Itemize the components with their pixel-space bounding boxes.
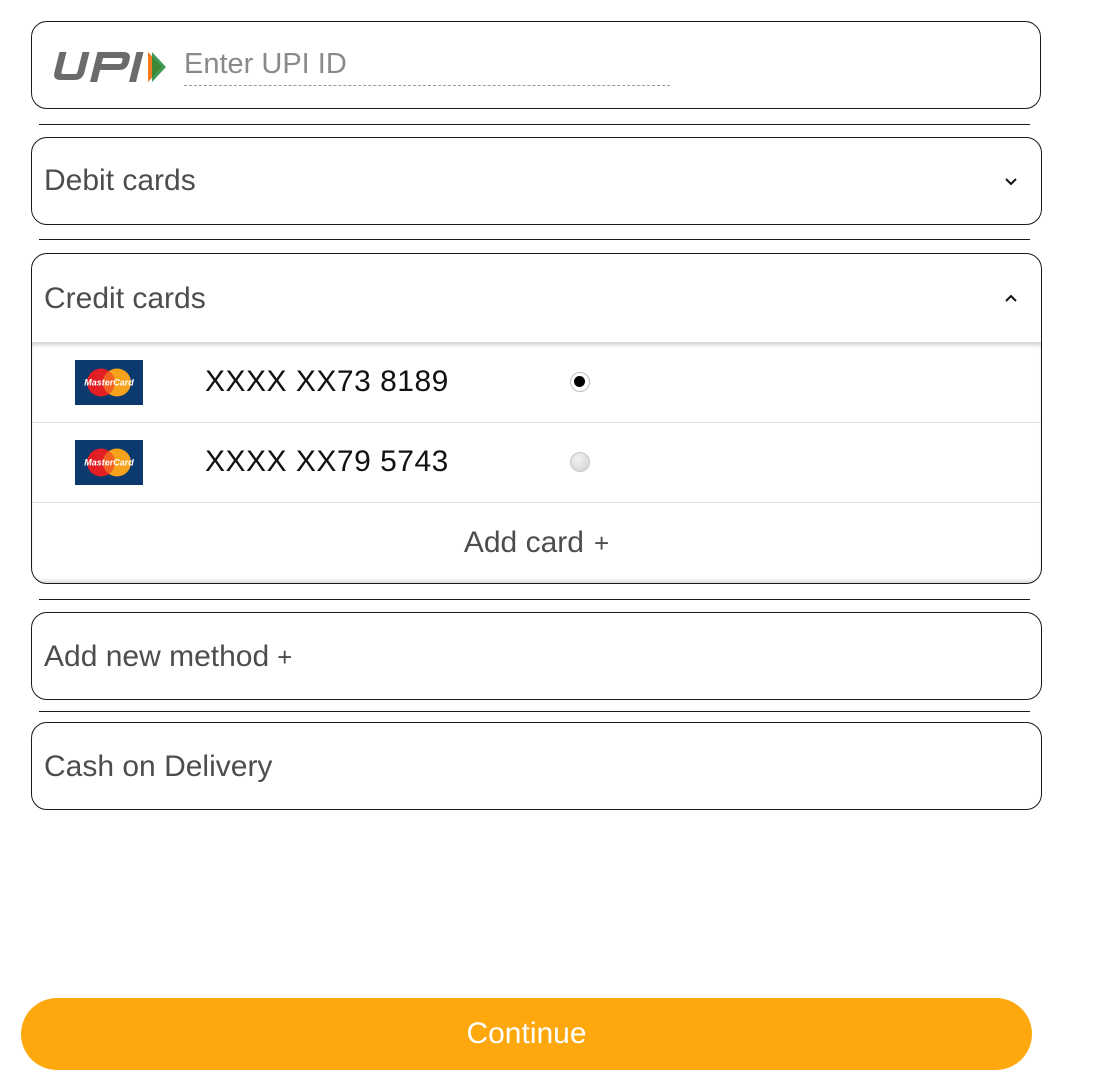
credit-cards-header[interactable]: Credit cards bbox=[32, 254, 1041, 342]
add-new-method-text: Add new method bbox=[44, 640, 270, 673]
divider bbox=[39, 124, 1030, 125]
credit-cards-section: Credit cards MasterCard XXXX XX73 8189 M… bbox=[31, 253, 1042, 584]
cash-on-delivery-option[interactable]: Cash on Delivery bbox=[31, 722, 1042, 810]
cash-on-delivery-label: Cash on Delivery bbox=[44, 750, 273, 783]
divider bbox=[39, 599, 1030, 600]
divider bbox=[39, 239, 1030, 240]
divider bbox=[39, 711, 1030, 712]
add-new-method-button[interactable]: Add new method + bbox=[31, 612, 1042, 700]
card-radio-unselected[interactable] bbox=[570, 452, 590, 472]
card-number: XXXX XX79 5743 bbox=[205, 445, 449, 478]
credit-card-list: MasterCard XXXX XX73 8189 MasterCard XXX… bbox=[32, 342, 1041, 583]
mastercard-text: MasterCard bbox=[84, 458, 134, 468]
chevron-up-icon[interactable] bbox=[1003, 290, 1019, 306]
add-card-button[interactable]: Add card + bbox=[32, 503, 1041, 583]
payment-methods-page: Debit cards Credit cards MasterCard X bbox=[0, 0, 1095, 1081]
chevron-down-icon[interactable] bbox=[1003, 174, 1019, 190]
plus-icon: + bbox=[593, 527, 610, 558]
upi-box bbox=[31, 21, 1041, 109]
card-radio-selected[interactable] bbox=[570, 372, 590, 392]
credit-card-row[interactable]: MasterCard XXXX XX79 5743 bbox=[32, 423, 1041, 503]
mastercard-icon: MasterCard bbox=[75, 360, 143, 405]
plus-icon: + bbox=[277, 642, 293, 672]
upi-logo-icon bbox=[54, 52, 166, 82]
mastercard-text: MasterCard bbox=[84, 378, 134, 388]
card-number: XXXX XX73 8189 bbox=[205, 365, 449, 398]
upi-id-input[interactable] bbox=[184, 44, 670, 86]
continue-button[interactable]: Continue bbox=[21, 998, 1032, 1070]
debit-cards-section[interactable]: Debit cards bbox=[31, 137, 1042, 225]
add-new-method-label: Add new method + bbox=[44, 640, 292, 674]
mastercard-icon: MasterCard bbox=[75, 440, 143, 485]
debit-cards-label: Debit cards bbox=[44, 164, 196, 197]
credit-card-row[interactable]: MasterCard XXXX XX73 8189 bbox=[32, 343, 1041, 423]
add-card-label: Add card bbox=[463, 526, 584, 559]
credit-cards-label: Credit cards bbox=[44, 282, 206, 315]
